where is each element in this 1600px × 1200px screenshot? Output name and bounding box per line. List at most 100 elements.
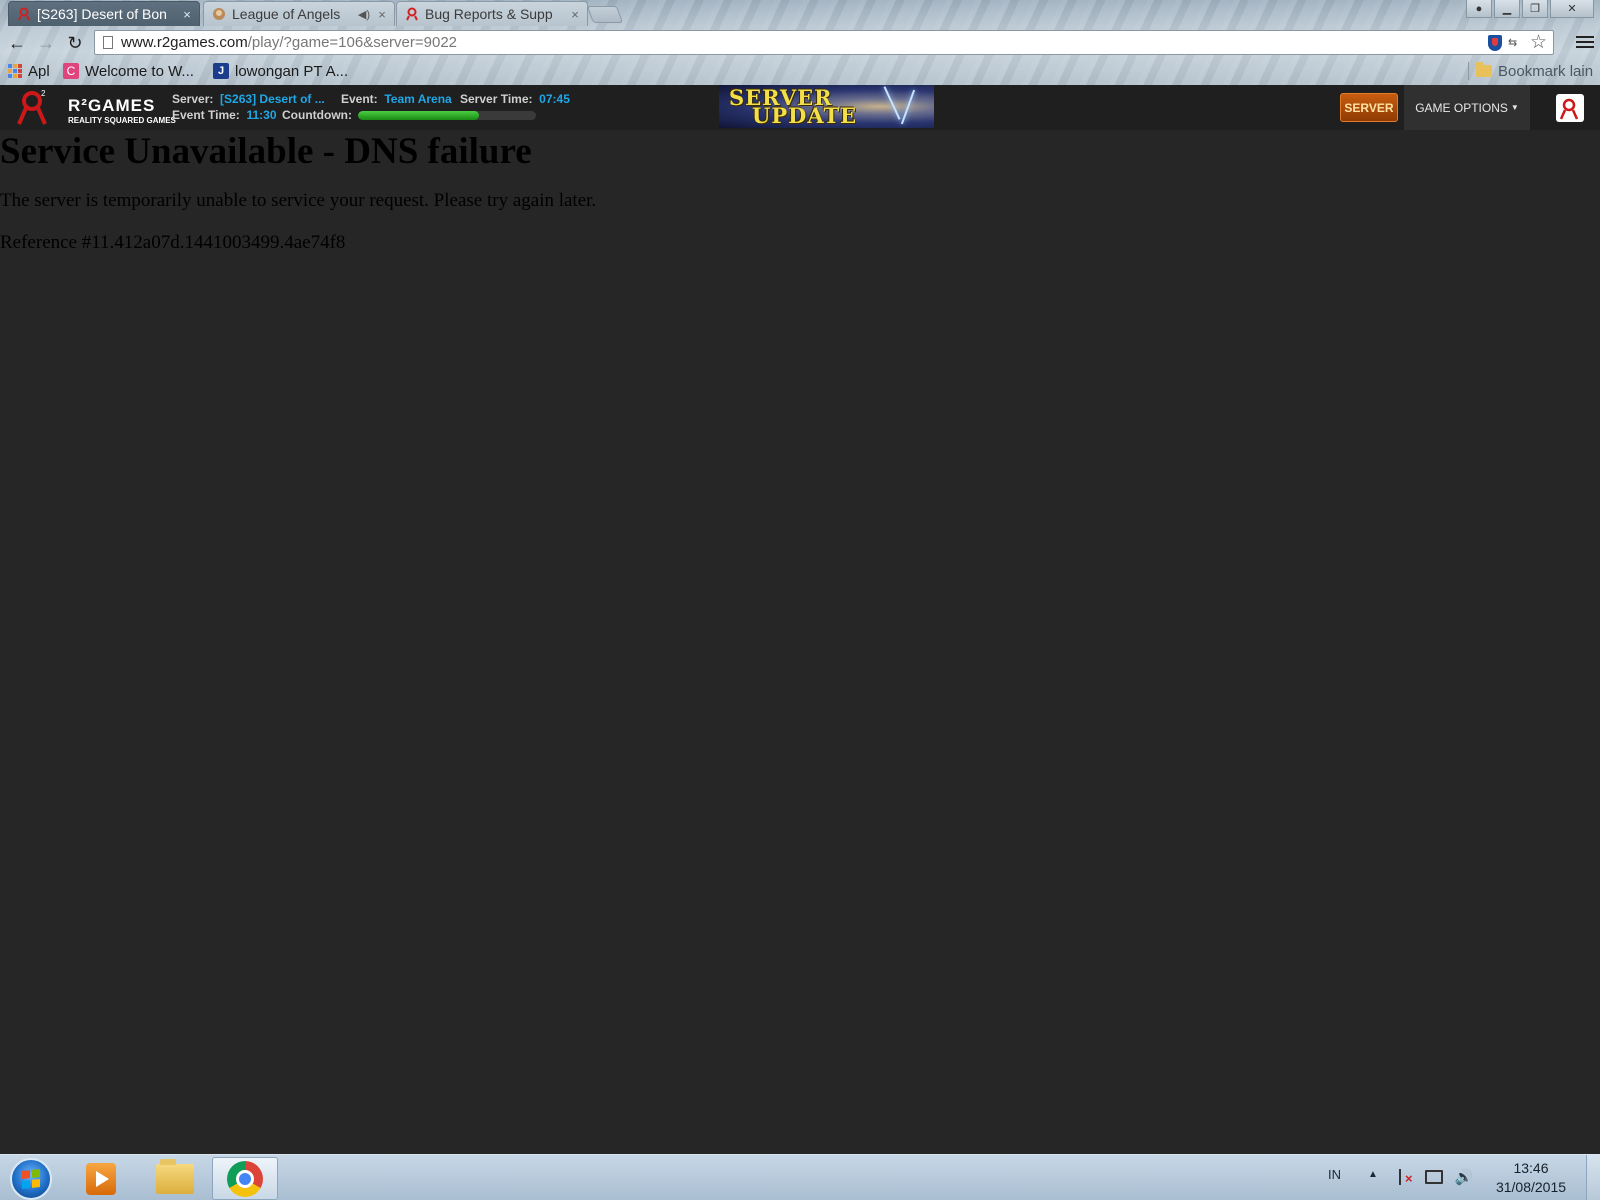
error-reference: Reference #11.412a07d.1441003499.4ae74f8 <box>0 232 346 253</box>
bookmarks-separator <box>1468 62 1469 80</box>
window-controls: ● ▁ ❐ ✕ <box>1466 0 1594 18</box>
folder-icon <box>1476 62 1492 77</box>
logo-wordmark: R²GAMES <box>68 96 156 115</box>
countdown-progress-fill <box>358 111 480 120</box>
r2games-logo[interactable]: 2 R²GAMES REALITY SQUARED GAMES <box>16 88 176 128</box>
translate-icon[interactable]: ⇆ <box>1508 36 1524 50</box>
error-page: Service Unavailable - DNS failure The se… <box>0 130 1600 255</box>
bookmark-welcome[interactable]: C Welcome to W... <box>63 61 194 81</box>
url-host: www.r2games.com <box>121 34 248 51</box>
tab-desert-of-bon[interactable]: [S263] Desert of Bon × <box>8 1 200 26</box>
svg-text:2: 2 <box>41 89 46 98</box>
event-time-info: Event Time: 11:30 <box>172 108 277 122</box>
system-clock[interactable]: 13:46 31/08/2015 <box>1486 1159 1576 1197</box>
server-update-banner[interactable]: SERVER UPDATE <box>719 85 934 128</box>
bookmark-label: Welcome to W... <box>85 62 194 80</box>
action-center-icon[interactable] <box>1396 1167 1416 1187</box>
error-message: The server is temporarily unable to serv… <box>0 190 597 211</box>
other-bookmarks[interactable]: Bookmark lain <box>1476 61 1593 81</box>
tab-label: [S263] Desert of Bon <box>37 6 167 22</box>
media-player-icon <box>86 1162 116 1195</box>
bookmark-star-icon[interactable]: ☆ <box>1530 33 1547 52</box>
bookmarks-bar: Apl C Welcome to W... J lowongan PT A...… <box>0 58 1600 84</box>
close-icon[interactable]: × <box>376 7 388 22</box>
language-indicator[interactable]: IN <box>1328 1167 1341 1182</box>
back-arrow-icon[interactable]: ← <box>6 32 28 54</box>
volume-icon[interactable]: 🔊 <box>1454 1167 1474 1187</box>
windows-logo-icon <box>22 1169 40 1189</box>
server-time-label: Server Time: <box>460 92 533 106</box>
window-close-icon[interactable]: ✕ <box>1550 0 1594 18</box>
countdown-progress-bar <box>358 111 536 120</box>
speaker-icon[interactable]: ◀) <box>358 8 370 21</box>
url-text: www.r2games.com/play/?game=106&server=90… <box>121 34 457 51</box>
user-profile-icon[interactable]: ● <box>1466 0 1492 18</box>
network-icon[interactable] <box>1424 1167 1444 1187</box>
tab-bug-reports[interactable]: Bug Reports & Supp × <box>396 1 588 26</box>
new-tab-button[interactable] <box>586 6 624 23</box>
folder-icon <box>156 1158 194 1194</box>
logo-tagline: REALITY SQUARED GAMES <box>68 116 176 125</box>
browser-toolbar: ← → ↻ www.r2games.com/play/?game=106&ser… <box>0 28 1600 58</box>
taskbar-media-player[interactable] <box>68 1157 134 1200</box>
server-time-info: Server Time: 07:45 <box>460 92 570 106</box>
tab-league-of-angels[interactable]: League of Angels ◀) × <box>203 1 395 26</box>
bookmark-label: Apl <box>28 62 50 80</box>
show-hidden-icons-icon[interactable]: ▲ <box>1368 1169 1378 1180</box>
show-desktop-button[interactable] <box>1586 1155 1600 1200</box>
server-button[interactable]: SERVER <box>1340 93 1398 122</box>
url-path: /play/?game=106&server=9022 <box>247 34 458 51</box>
restore-icon[interactable]: ❐ <box>1522 0 1548 18</box>
lightning-decoration <box>883 86 901 120</box>
bookmark-label: lowongan PT A... <box>235 62 349 80</box>
apps-grid-icon <box>8 64 22 78</box>
bookmark-apps[interactable]: Apl <box>8 61 50 81</box>
game-options-menu[interactable]: GAME OPTIONS ▼ <box>1404 85 1530 130</box>
clock-time: 13:46 <box>1513 1160 1549 1176</box>
r2games-favicon <box>18 7 30 21</box>
event-label: Event: <box>341 92 378 106</box>
browser-frame: [S263] Desert of Bon × League of Angels … <box>0 0 1600 85</box>
tab-label: League of Angels <box>232 6 341 22</box>
chrome-icon <box>227 1160 263 1197</box>
countdown-info: Countdown: <box>282 108 352 122</box>
error-title: Service Unavailable - DNS failure <box>0 131 532 172</box>
event-value: Team Arena <box>384 92 452 106</box>
close-icon[interactable]: × <box>569 7 581 22</box>
clock-date: 31/08/2015 <box>1495 1179 1567 1195</box>
lightning-decoration <box>900 89 916 125</box>
address-bar[interactable]: www.r2games.com/play/?game=106&server=90… <box>94 30 1554 55</box>
omnibox-icons: ⇆ ☆ <box>1487 33 1547 52</box>
tab-label: Bug Reports & Supp <box>425 6 553 22</box>
forward-arrow-icon[interactable]: → <box>35 32 57 54</box>
league-of-angels-favicon <box>213 8 225 20</box>
r2-logo-icon: 2 <box>17 89 47 125</box>
event-info: Event: Team Arena <box>341 92 452 106</box>
server-label: Server: <box>172 92 214 106</box>
countdown-label: Countdown: <box>282 108 352 122</box>
taskbar-chrome[interactable] <box>212 1157 278 1200</box>
shield-extension-icon[interactable] <box>1487 34 1502 51</box>
chrome-menu-icon[interactable] <box>1576 32 1594 52</box>
minimize-icon[interactable]: ▁ <box>1494 0 1520 18</box>
other-bookmarks-label: Bookmark lain <box>1498 62 1594 80</box>
event-time-value: 11:30 <box>246 108 277 122</box>
start-button[interactable] <box>10 1158 52 1200</box>
bookmark-lowongan[interactable]: J lowongan PT A... <box>213 61 348 81</box>
event-time-label: Event Time: <box>172 108 240 122</box>
r2games-favicon <box>406 7 418 21</box>
server-value[interactable]: [S263] Desert of ... <box>220 92 325 106</box>
windows-taskbar: IN ▲ 🔊 13:46 31/08/2015 <box>0 1154 1600 1200</box>
r2-profile-icon[interactable] <box>1556 94 1584 122</box>
tab-strip: [S263] Desert of Bon × League of Angels … <box>0 0 640 26</box>
banner-line-2: UPDATE <box>752 103 858 128</box>
game-options-label: GAME OPTIONS <box>1415 100 1508 115</box>
r2-logo-icon <box>1559 98 1579 120</box>
server-time-value: 07:45 <box>539 92 570 106</box>
reload-icon[interactable]: ↻ <box>64 32 86 54</box>
taskbar-explorer[interactable] <box>142 1157 208 1200</box>
close-icon[interactable]: × <box>181 7 193 22</box>
server-info: Server: [S263] Desert of ... <box>172 92 325 106</box>
caret-down-icon: ▼ <box>1510 103 1519 112</box>
letter-j-icon: J <box>213 63 229 79</box>
